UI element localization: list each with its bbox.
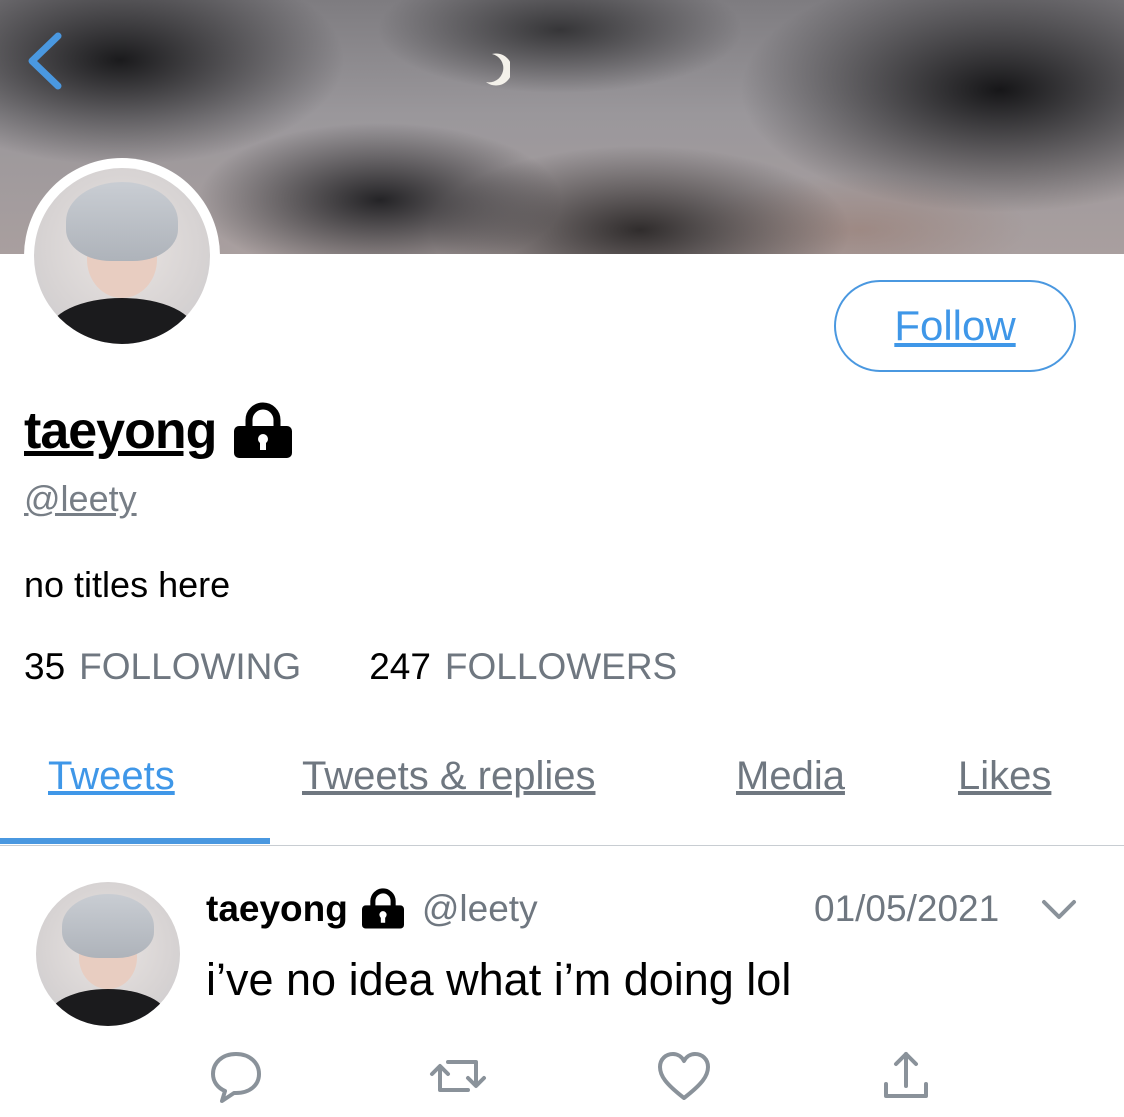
tab-likes[interactable]: Likes: [958, 754, 1051, 799]
profile-avatar[interactable]: [24, 158, 220, 354]
heart-icon[interactable]: [654, 1046, 714, 1106]
active-tab-indicator: [0, 838, 270, 844]
share-icon[interactable]: [876, 1046, 936, 1106]
profile-handle[interactable]: @leety: [24, 478, 137, 520]
tab-tweets-and-replies[interactable]: Tweets & replies: [302, 754, 595, 799]
tab-media[interactable]: Media: [736, 754, 845, 799]
tab-tweets[interactable]: Tweets: [48, 754, 175, 799]
following-label: FOLLOWING: [79, 646, 302, 687]
tweet-header: taeyong @leety: [206, 884, 538, 934]
profile-display-name[interactable]: taeyong: [24, 401, 217, 461]
tweet-text: i’ve no idea what i’m doing lol: [206, 954, 792, 1005]
followers-stat[interactable]: 247 FOLLOWERS: [369, 646, 677, 688]
avatar-photo: [36, 882, 180, 1026]
lock-icon: [361, 888, 404, 929]
profile-stats: 35 FOLLOWING 247 FOLLOWERS: [24, 646, 745, 688]
tabs-divider: [0, 845, 1124, 846]
avatar-photo: [34, 168, 210, 344]
reply-icon[interactable]: [206, 1046, 266, 1106]
back-chevron-icon[interactable]: [22, 30, 68, 92]
tweet-date: 01/05/2021: [814, 888, 1000, 929]
follow-button[interactable]: Follow: [834, 280, 1076, 372]
tweet-author-handle[interactable]: @leety: [422, 888, 538, 930]
profile-name-row: taeyong: [24, 396, 294, 466]
moon-icon: [486, 53, 510, 86]
tweet-author-name[interactable]: taeyong: [206, 888, 348, 930]
chevron-down-icon[interactable]: [1038, 892, 1080, 926]
following-stat[interactable]: 35 FOLLOWING: [24, 646, 301, 688]
tweet-avatar[interactable]: [36, 882, 180, 1026]
following-count: 35: [24, 646, 66, 687]
profile-bio: no titles here: [24, 564, 231, 605]
retweet-icon[interactable]: [428, 1046, 488, 1106]
followers-label: FOLLOWERS: [444, 646, 678, 687]
followers-count: 247: [369, 646, 431, 687]
profile-tabs: Tweets Tweets & replies Media Likes: [0, 754, 1124, 846]
lock-icon: [234, 402, 293, 458]
